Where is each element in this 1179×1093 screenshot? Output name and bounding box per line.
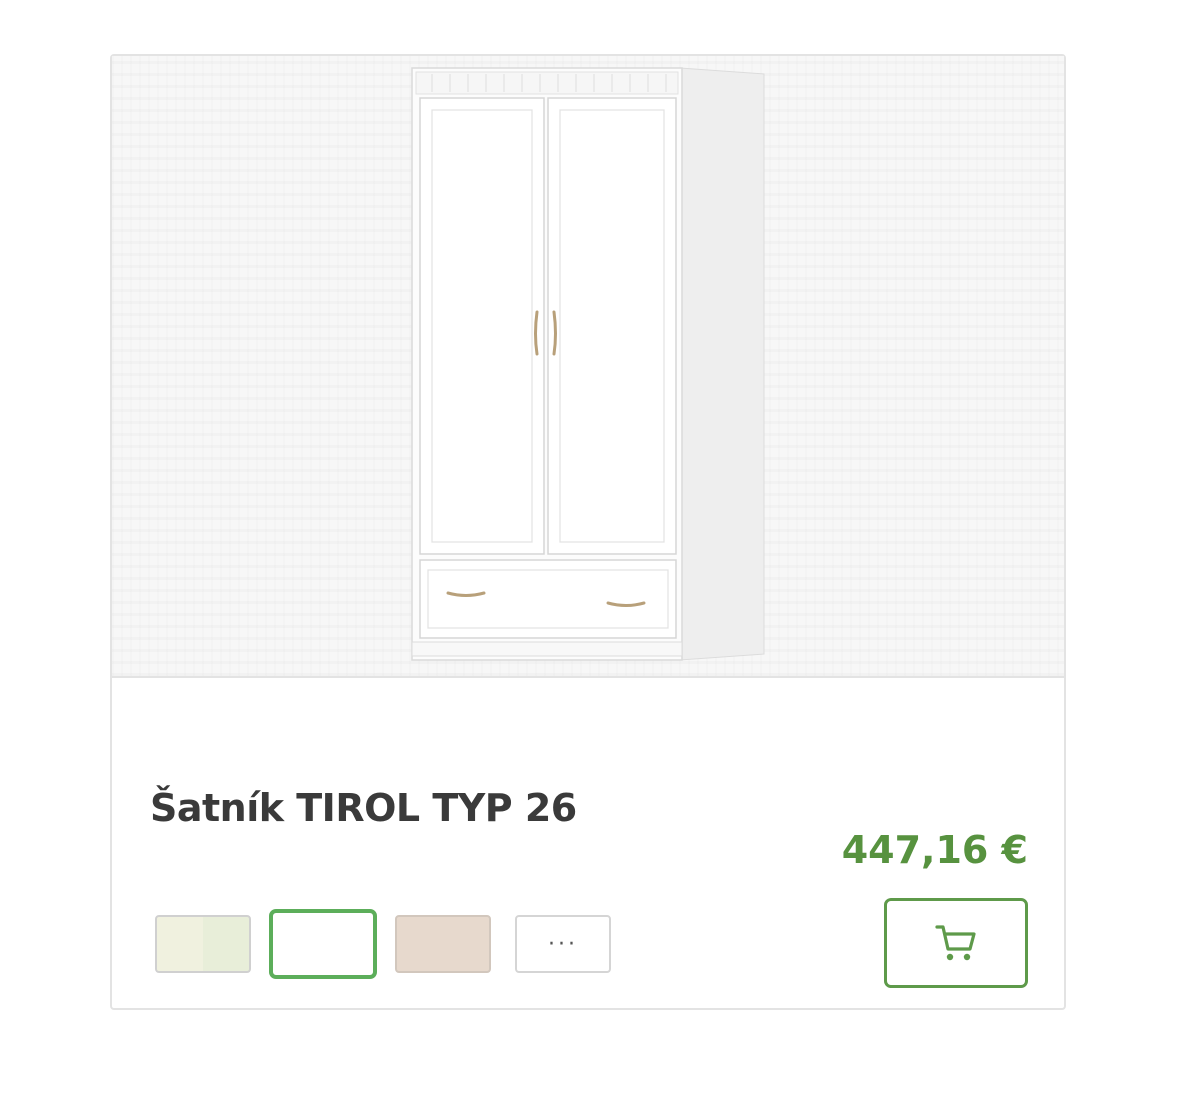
product-price: 447,16 € [841,828,1028,872]
more-swatches-button[interactable]: ··· [515,915,611,973]
more-swatches-label: ··· [548,931,578,957]
add-to-cart-button[interactable] [884,898,1028,988]
product-card: Šatník TIROL TYP 26 447,16 € ··· [110,54,1066,1010]
product-image[interactable] [112,56,1064,676]
card-divider [112,676,1064,678]
wardrobe-image [411,67,765,661]
color-swatch-beige[interactable] [395,915,491,973]
product-title[interactable]: Šatník TIROL TYP 26 [150,786,577,830]
shopping-cart-icon [935,925,976,961]
color-swatch-cream[interactable] [155,915,251,973]
color-swatch-white-selected[interactable] [269,909,377,979]
